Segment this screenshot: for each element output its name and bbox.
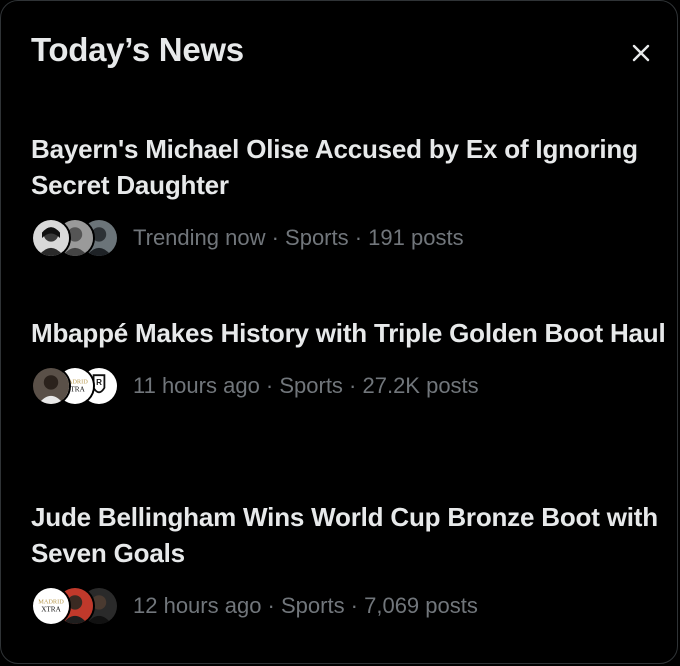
close-button[interactable] — [623, 35, 659, 71]
news-headline: Jude Bellingham Wins World Cup Bronze Bo… — [31, 502, 658, 568]
news-item[interactable]: Mbappé Makes History with Triple Golden … — [31, 315, 667, 407]
close-icon — [632, 44, 650, 62]
news-meta: Trending now · Sports · 191 posts — [133, 225, 464, 250]
svg-text:MADRID: MADRID — [38, 598, 64, 605]
news-meta-row: Trending now · Sports · 191 posts — [31, 217, 667, 259]
avatar-stack: MADRID XTRA — [31, 585, 121, 627]
svg-text:XTRA: XTRA — [41, 605, 61, 613]
news-item[interactable]: Bayern's Michael Olise Accused by Ex of … — [31, 131, 667, 259]
todays-news-panel: Today’s News Bayern's Michael Olise Accu… — [0, 0, 678, 664]
news-meta-row: MADRID XTRA 12 hours ago · Sports · 7,06… — [31, 585, 667, 627]
avatar-stack: MADRID XTRA R — [31, 365, 121, 407]
news-item[interactable]: Jude Bellingham Wins World Cup Bronze Bo… — [31, 499, 667, 627]
person-avatar-icon — [31, 218, 71, 258]
panel-title: Today’s News — [31, 31, 244, 68]
news-meta: 12 hours ago · Sports · 7,069 posts — [133, 593, 478, 618]
madrid-xtra-logo-icon: MADRID XTRA — [31, 586, 71, 626]
news-meta-row: MADRID XTRA R 11 hours ago · Sports · 27… — [31, 365, 667, 407]
news-meta: 11 hours ago · Sports · 27.2K posts — [133, 373, 479, 398]
person-avatar-icon — [31, 366, 71, 406]
avatar-stack — [31, 217, 121, 259]
news-headline: Bayern's Michael Olise Accused by Ex of … — [31, 134, 638, 200]
svg-text:R: R — [96, 378, 102, 387]
news-headline: Mbappé Makes History with Triple Golden … — [31, 318, 666, 348]
